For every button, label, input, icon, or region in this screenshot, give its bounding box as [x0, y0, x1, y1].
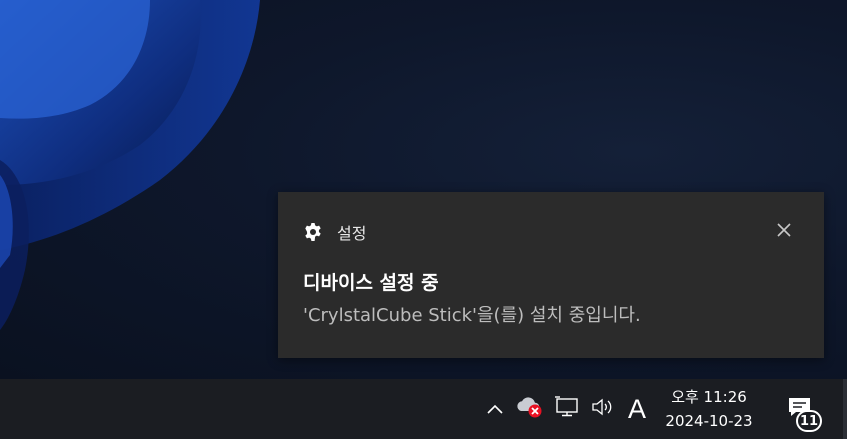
close-icon[interactable] [776, 222, 792, 238]
taskbar: A 오후 11:26 2024-10-23 11 [0, 379, 847, 439]
clock-date: 2024-10-23 [665, 412, 753, 430]
setup-notification-toast[interactable]: 설정 디바이스 설정 중 'CrylstalCube Stick'을(를) 설치… [278, 192, 824, 358]
clock-time: 오후 11:26 [671, 388, 747, 406]
gear-icon [303, 222, 323, 242]
network-monitor-icon [554, 396, 580, 422]
onedrive-tray-button[interactable] [514, 379, 546, 439]
chevron-up-icon [486, 400, 504, 419]
cloud-error-icon [516, 395, 544, 423]
input-method-indicator[interactable]: A [622, 379, 652, 439]
show-desktop-button[interactable] [843, 379, 847, 439]
desktop-wallpaper: 설정 디바이스 설정 중 'CrylstalCube Stick'을(를) 설치… [0, 0, 847, 379]
action-center-button[interactable]: 11 [776, 379, 824, 439]
speaker-icon [590, 396, 616, 422]
network-tray-button[interactable] [553, 379, 581, 439]
toast-header: 설정 [303, 220, 366, 244]
clock-tray-button[interactable]: 오후 11:26 2024-10-23 [655, 379, 763, 439]
notification-count-badge: 11 [796, 410, 822, 432]
toast-app-name: 설정 [337, 224, 367, 243]
show-hidden-icons-button[interactable] [482, 379, 508, 439]
toast-title: 디바이스 설정 중 [303, 272, 439, 294]
volume-tray-button[interactable] [588, 379, 618, 439]
toast-body-text: 'CrylstalCube Stick'을(를) 설치 중입니다. [303, 305, 641, 326]
